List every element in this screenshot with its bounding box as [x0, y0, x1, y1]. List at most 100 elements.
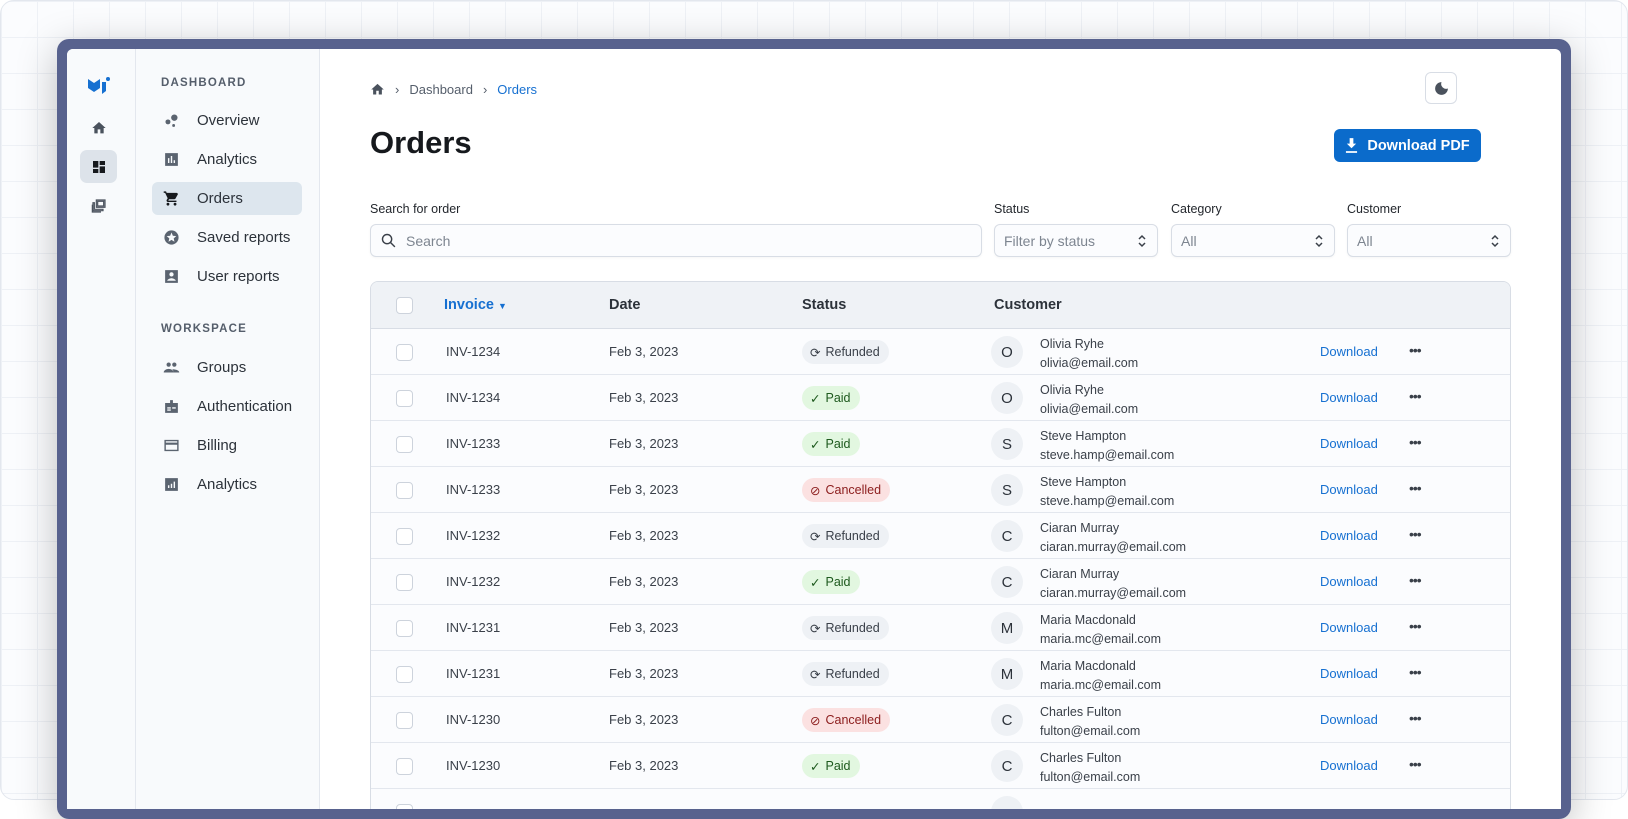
download-pdf-button[interactable]: Download PDF [1334, 129, 1481, 162]
table-row[interactable]: INV-1233 Feb 3, 2023 ✓ Paid S Steve Hampt… [371, 421, 1510, 467]
row-checkbox[interactable] [396, 528, 413, 545]
row-checkbox[interactable] [396, 390, 413, 407]
row-checkbox[interactable] [396, 620, 413, 637]
status-text: Refunded [825, 529, 880, 543]
row-checkbox[interactable] [396, 482, 413, 499]
date-cell: Feb 3, 2023 [609, 528, 679, 543]
column-invoice[interactable]: Invoice ▼ [444, 297, 507, 313]
more-horiz-icon[interactable]: ••• [1409, 710, 1422, 726]
more-horiz-icon[interactable]: ••• [1409, 388, 1422, 404]
category-select[interactable]: All [1171, 224, 1335, 257]
sidebar-item-workspace-analytics[interactable]: Analytics [152, 468, 302, 501]
customer-name: Olivia Ryhe [1040, 337, 1104, 351]
home-icon[interactable] [80, 111, 117, 144]
table-row[interactable]: INV-1230 Feb 3, 2023 ⊘ Cancelled C Charle… [371, 697, 1510, 743]
column-status[interactable]: Status [802, 297, 846, 313]
row-checkbox[interactable] [396, 436, 413, 453]
row-checkbox[interactable] [396, 712, 413, 729]
sidebar-item-user-reports[interactable]: User reports [152, 260, 302, 293]
table-row[interactable]: INV-1232 Feb 3, 2023 ⟳ Refunded C Ciaran … [371, 513, 1510, 559]
unfold-icon [1491, 234, 1499, 248]
sidebar-item-groups[interactable]: Groups [152, 351, 302, 384]
sidebar-item-authentication[interactable]: Authentication [152, 390, 302, 423]
home-icon[interactable] [370, 82, 385, 97]
dashboard-icon[interactable] [80, 150, 117, 183]
sidebar-item-overview[interactable]: Overview [152, 104, 302, 137]
row-checkbox[interactable] [396, 758, 413, 775]
status-text: Cancelled [825, 483, 882, 497]
star-icon [164, 230, 179, 245]
check-icon: ✓ [810, 575, 821, 590]
date-cell: Feb 3, 2023 [609, 390, 679, 405]
customer-email: steve.hamp@email.com [1040, 494, 1175, 508]
row-checkbox[interactable] [396, 666, 413, 683]
select-all-checkbox[interactable] [396, 297, 413, 314]
table-row[interactable]: INV-1231 Feb 3, 2023 ⟳ Refunded M Maria M… [371, 605, 1510, 651]
row-checkbox[interactable] [396, 344, 413, 361]
more-horiz-icon[interactable]: ••• [1409, 480, 1422, 496]
status-text: Paid [825, 391, 851, 405]
date-cell: Feb 3, 2023 [609, 758, 679, 773]
download-link[interactable]: Download [1320, 574, 1378, 589]
table-row[interactable]: INV-1234 Feb 3, 2023 ✓ Paid O Olivia Ryhe… [371, 375, 1510, 421]
download-link[interactable]: Download [1320, 666, 1378, 681]
check-icon: ✓ [810, 391, 821, 406]
column-date[interactable]: Date [609, 297, 640, 313]
invoice-cell: INV-1234 [446, 390, 501, 405]
customer-name: Charles Fulton [1040, 705, 1122, 719]
table-row[interactable]: INV-1230 Feb 3, 2023 ✓ Paid C Charles Ful… [371, 743, 1510, 789]
download-link[interactable]: Download [1320, 390, 1378, 405]
more-horiz-icon[interactable]: ••• [1409, 664, 1422, 680]
invoice-cell: INV-1231 [446, 666, 501, 681]
customer-cell: Steve Hampton steve.hamp@email.com [1040, 473, 1174, 511]
table-row[interactable] [371, 789, 1510, 809]
sidebar-item-label: Analytics [197, 151, 258, 168]
search-placeholder: Search [406, 232, 451, 249]
download-link[interactable]: Download [1320, 482, 1378, 497]
refresh-icon: ⟳ [810, 345, 821, 360]
status-text: Paid [825, 575, 851, 589]
table-row[interactable]: INV-1234 Feb 3, 2023 ⟳ Refunded O Olivia … [371, 329, 1510, 375]
download-link[interactable]: Download [1320, 620, 1378, 635]
row-checkbox[interactable] [396, 574, 413, 591]
status-badge: ⟳ Refunded [802, 662, 889, 686]
more-horiz-icon[interactable]: ••• [1409, 618, 1422, 634]
download-link[interactable]: Download [1320, 436, 1378, 451]
breadcrumb-dashboard[interactable]: Dashboard [409, 82, 473, 97]
more-horiz-icon[interactable]: ••• [1409, 342, 1422, 358]
collections-icon[interactable] [80, 189, 117, 222]
table-row[interactable]: INV-1232 Feb 3, 2023 ✓ Paid C Ciaran Murr… [371, 559, 1510, 605]
customer-name: Steve Hampton [1040, 429, 1127, 443]
more-horiz-icon[interactable]: ••• [1409, 756, 1422, 772]
status-badge: ⟳ Refunded [802, 524, 889, 548]
more-horiz-icon[interactable]: ••• [1409, 434, 1422, 450]
sidebar-item-billing[interactable]: Billing [152, 429, 302, 462]
download-link[interactable]: Download [1320, 344, 1378, 359]
column-customer[interactable]: Customer [994, 297, 1062, 313]
logo-icon[interactable] [80, 69, 117, 102]
sidebar-item-analytics[interactable]: Analytics [152, 143, 302, 176]
search-input[interactable]: Search [370, 224, 982, 257]
theme-toggle-button[interactable] [1425, 72, 1457, 104]
sidebar: DASHBOARD Overview Analytics Orders Save… [136, 49, 320, 809]
date-cell: Feb 3, 2023 [609, 620, 679, 635]
more-horiz-icon[interactable]: ••• [1409, 572, 1422, 588]
sidebar-item-label: Authentication [197, 398, 293, 415]
customer-select[interactable]: All [1347, 224, 1511, 257]
table-row[interactable]: INV-1233 Feb 3, 2023 ⊘ Cancelled S Steve … [371, 467, 1510, 513]
sidebar-item-saved-reports[interactable]: Saved reports [152, 221, 302, 254]
bubble-chart-icon [165, 114, 178, 127]
more-horiz-icon[interactable]: ••• [1409, 526, 1422, 542]
group-icon [163, 362, 180, 373]
download-link[interactable]: Download [1320, 528, 1378, 543]
sidebar-item-orders[interactable]: Orders [152, 182, 302, 215]
sidebar-item-label: Overview [197, 112, 260, 129]
download-link[interactable]: Download [1320, 712, 1378, 727]
row-checkbox[interactable] [396, 804, 413, 809]
table-row[interactable]: INV-1231 Feb 3, 2023 ⟳ Refunded M Maria M… [371, 651, 1510, 697]
download-link[interactable]: Download [1320, 758, 1378, 773]
status-select[interactable]: Filter by status [994, 224, 1158, 257]
avatar: S [991, 428, 1023, 460]
app-window: DASHBOARD Overview Analytics Orders Save… [67, 49, 1561, 809]
avatar: C [991, 750, 1023, 782]
